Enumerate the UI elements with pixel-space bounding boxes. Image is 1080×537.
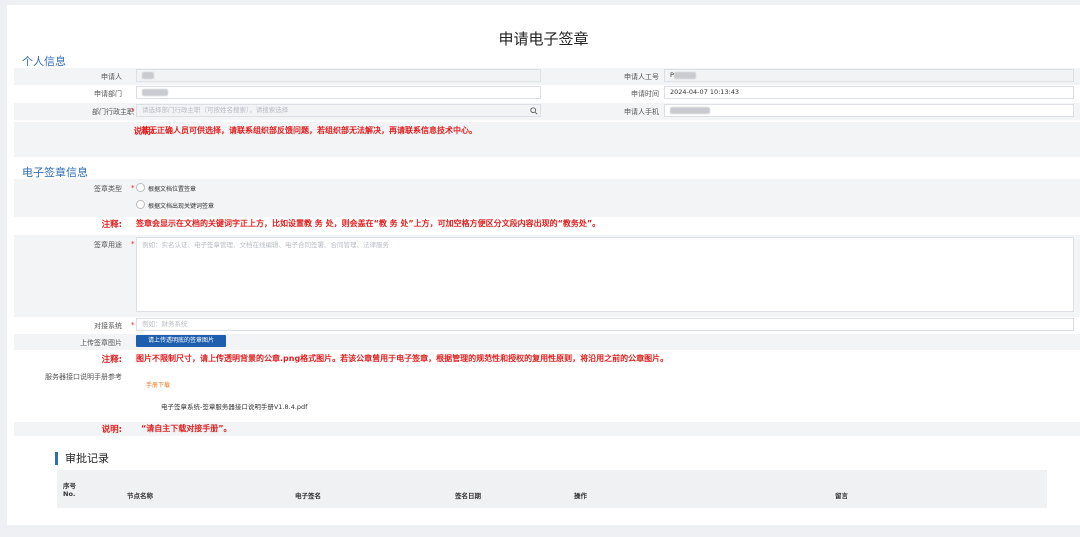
col-date: 签名日期 (455, 492, 481, 500)
manual-file[interactable]: 电子签章系统-签章服务器接口说明手册V1.8.4.pdf (161, 401, 307, 411)
phone-field[interactable] (664, 104, 1074, 117)
system-field[interactable]: 例如：财务系统 (136, 318, 1074, 331)
col-node: 节点名称 (127, 492, 153, 500)
applicant-label: 申请人 (101, 73, 122, 81)
personal-note-text: 若无正确人员可供选择，请联系组织部反馈问题，若组织部无法解决，再请联系信息技术中… (141, 126, 477, 135)
admin-select[interactable]: 请选择部门行政主职（可按姓名搜索），请搜索选择 (136, 104, 541, 117)
required-mark: * (131, 321, 135, 329)
note3-label: 说明: (101, 425, 122, 435)
radio-keyword[interactable] (136, 200, 145, 209)
upload-button[interactable]: 请上传透明底的签章图片 (136, 335, 226, 347)
page-title: 申请电子签章 (498, 30, 589, 48)
applicant-field (136, 69, 541, 82)
history-heading: 审批记录 (55, 452, 109, 465)
radio-position-label: 根据文档位置签章 (148, 186, 197, 193)
form-page: 申请电子签章 个人信息 申请人 申请人工号 P 申请部门 申请时间 2024-0… (7, 5, 1080, 525)
note1-text: 签章会显示在文档的关键词字正上方，比如设置教 务 处，则会盖在“教 务 处”上方… (136, 219, 601, 228)
sign-type-label: 签章类型 (94, 185, 122, 193)
required-mark: * (131, 240, 135, 248)
purpose-label: 签章用途 (94, 241, 122, 249)
section-signature-heading: 电子签章信息 (22, 166, 88, 179)
col-op: 操作 (574, 492, 587, 500)
phone-label: 申请人手机 (624, 108, 659, 116)
upload-label: 上传签章图片 (80, 339, 122, 347)
required-mark: * (131, 184, 135, 192)
purpose-textarea[interactable]: 例如：实名认证、电子签章管理、文档在线编辑、电子合同签署、合同管理、法律服务 (136, 237, 1074, 312)
dept-field[interactable] (136, 86, 541, 99)
section-personal-heading: 个人信息 (22, 55, 66, 68)
radio-keyword-label: 根据文档出现关键词签章 (148, 203, 215, 210)
emp-id-label: 申请人工号 (624, 73, 659, 81)
col-seq: 序号 (63, 482, 76, 490)
manual-download-link[interactable]: 手册下载 (146, 380, 170, 389)
note2-label: 注释: (101, 355, 122, 365)
system-label: 对接系统 (94, 322, 122, 330)
col-seq-en: No. (63, 490, 76, 498)
time-field[interactable]: 2024-04-07 10:13:43 (664, 86, 1074, 99)
required-mark: * (131, 107, 135, 115)
radio-position[interactable] (136, 183, 145, 192)
col-msg: 留言 (835, 492, 848, 500)
search-icon[interactable] (530, 107, 538, 115)
emp-id-field: P (664, 69, 1074, 82)
manual-label: 服务器接口说明手册参考 (45, 373, 122, 381)
note2-text: 图片不限制尺寸，请上传透明背景的公章.png格式图片。若该公章曾用于电子签章，根… (136, 354, 669, 363)
note3-text: “请自主下载对接手册”。 (141, 424, 232, 433)
dept-label: 申请部门 (94, 90, 122, 98)
admin-label: 部门行政主职 (92, 108, 134, 116)
col-esign: 电子签名 (295, 492, 321, 500)
time-label: 申请时间 (631, 90, 659, 98)
note1-label: 注释: (101, 220, 122, 230)
history-table-header: 序号 No. 节点名称 电子签名 签名日期 操作 留言 (57, 470, 1047, 508)
